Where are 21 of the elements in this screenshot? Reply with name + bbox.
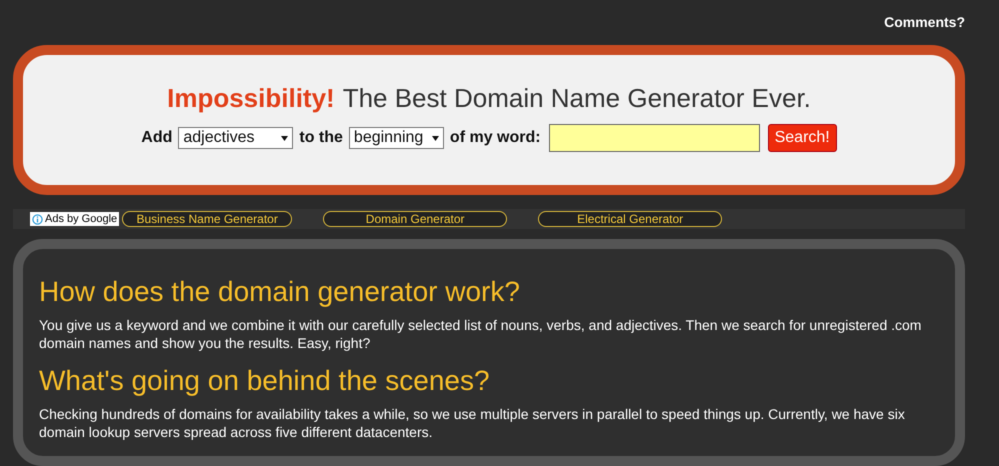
form-label: Add (141, 128, 172, 148)
ad-link[interactable]: Domain Generator (323, 211, 508, 227)
caret-icon (281, 136, 288, 140)
word-type-dropdown[interactable]: adjectives (178, 127, 294, 149)
section-text: Checking hundreds of domains for availability takes a while, so we use multiple servers in parallel to speed things up. Currently, we have six domain lookup servers spread across five different datacenters. (39, 405, 906, 441)
tagline: The Best Domain Name Generator Ever. (342, 82, 811, 114)
info-icon (32, 214, 43, 224)
ad-link[interactable]: Business Name Generator (122, 211, 292, 227)
form-label: of my word: (450, 128, 541, 148)
ads-badge[interactable]: Ads by Google (30, 212, 120, 226)
search-button[interactable]: Search! (768, 124, 837, 152)
position-dropdown[interactable]: beginning (348, 127, 444, 149)
section-text: You give us a keyword and we combine it with our carefully selected list of nouns, verbs, and adjectives. Then we search for unregistered .com domain names and show you the results. Easy, right? (39, 316, 922, 352)
comments-link[interactable]: Comments? (884, 12, 965, 33)
section-heading: What's going on behind the scenes? (39, 364, 490, 398)
keyword-input[interactable] (548, 124, 760, 152)
caret-icon (432, 136, 439, 140)
brand-name: Impossibility! (167, 82, 335, 114)
ad-link[interactable]: Electrical Generator (538, 211, 722, 227)
form-label: to the (299, 128, 343, 148)
section-heading: How does the domain generator work? (39, 275, 520, 309)
